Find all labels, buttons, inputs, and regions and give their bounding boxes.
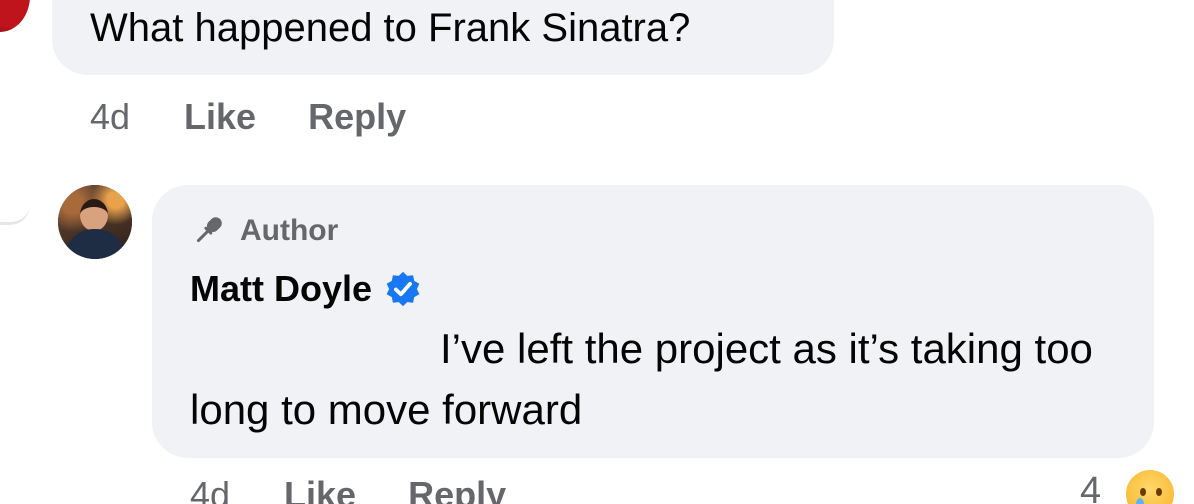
author-comment-text: I’ve left the project as it’s taking too… xyxy=(190,325,1093,433)
like-button[interactable]: Like xyxy=(284,474,356,504)
comment-timestamp[interactable]: 4d xyxy=(190,474,230,504)
comment-timestamp[interactable]: 4d xyxy=(90,96,130,138)
reply-button[interactable]: Reply xyxy=(308,96,406,138)
comment-thread: What happened to Frank Sinatra? 4d Like … xyxy=(0,0,1194,504)
author-avatar[interactable] xyxy=(58,185,132,259)
reaction-count[interactable]: 4 xyxy=(1080,470,1101,504)
author-name[interactable]: Matt Doyle xyxy=(190,268,372,310)
author-comment-actions: 4d Like Reply xyxy=(190,474,506,504)
author-badge-label: Author xyxy=(240,214,339,247)
previous-comment-text: What happened to Frank Sinatra? xyxy=(90,6,691,50)
like-button[interactable]: Like xyxy=(184,96,256,138)
microphone-icon xyxy=(196,217,222,243)
verified-badge-icon xyxy=(386,271,420,307)
previous-comment-actions: 4d Like Reply xyxy=(90,96,406,138)
author-name-row: Matt Doyle xyxy=(190,268,422,310)
sad-face-emoji-icon[interactable] xyxy=(1124,468,1176,504)
reply-button[interactable]: Reply xyxy=(408,474,506,504)
thread-connector-line xyxy=(0,205,30,225)
author-badge: Author xyxy=(190,212,338,250)
previous-commenter-avatar[interactable] xyxy=(0,0,30,32)
